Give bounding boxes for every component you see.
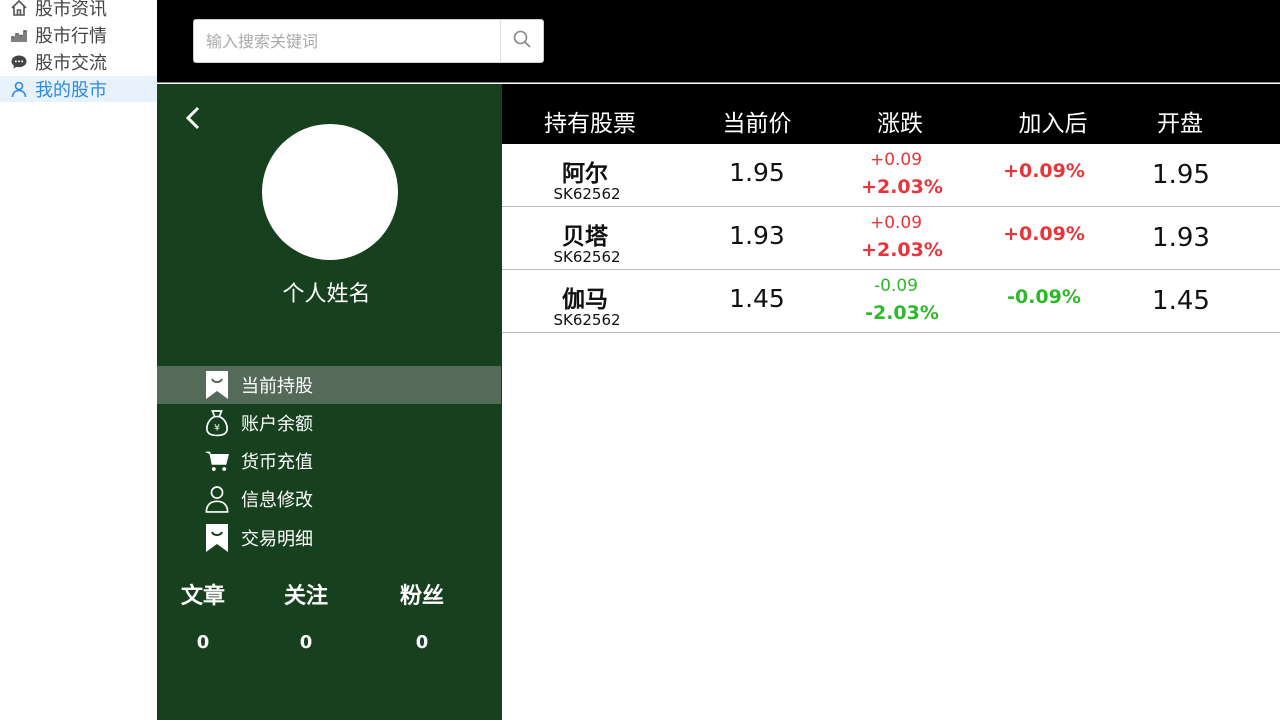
current-price: 1.45	[729, 284, 785, 313]
stock-name: 阿尔	[562, 161, 608, 187]
open-price: 1.93	[1152, 223, 1210, 253]
column-header: 涨跌	[877, 111, 923, 137]
stock-code: SK62562	[553, 311, 621, 329]
column-header: 当前价	[722, 111, 792, 137]
search-input[interactable]	[194, 20, 500, 62]
stat-label: 关注	[283, 584, 328, 609]
column-header: 持有股票	[544, 111, 636, 137]
money-bag-icon: ¥	[205, 408, 229, 438]
table-row[interactable]: 贝塔 SK62562 1.93 +0.09 +2.03% +0.09% 1.93	[502, 207, 1280, 270]
price-change-percent: +2.03%	[861, 176, 943, 198]
stat-following[interactable]: 关注 0	[266, 578, 346, 653]
stat-value: 0	[299, 632, 313, 653]
current-price: 1.93	[729, 221, 785, 250]
menu-label: 信息修改	[241, 490, 313, 511]
menu-label: 货币充值	[241, 452, 313, 473]
profile-panel: 个人姓名 当前持股 ¥ 账户余额 货币充值 信息修改 交易明细 文章 0 关注 …	[157, 84, 502, 720]
stat-followers[interactable]: 粉丝 0	[382, 578, 462, 653]
table-row[interactable]: 阿尔 SK62562 1.95 +0.09 +2.03% +0.09% 1.95	[502, 144, 1280, 207]
column-header: 开盘	[1157, 111, 1203, 137]
current-price: 1.95	[729, 158, 785, 187]
avatar[interactable]	[262, 124, 398, 260]
stat-label: 文章	[180, 584, 225, 609]
home-icon	[10, 0, 28, 17]
svg-text:¥: ¥	[214, 422, 220, 433]
menu-item-recharge[interactable]: 货币充值	[157, 442, 501, 480]
back-button[interactable]	[183, 104, 205, 134]
price-change-percent: +2.03%	[861, 239, 943, 261]
price-change: +0.09	[869, 150, 923, 170]
nav-label: 股市行情	[35, 26, 107, 47]
stock-code: SK62562	[553, 185, 621, 203]
column-header: 加入后	[1018, 111, 1088, 137]
nav-item-my-stocks[interactable]: 我的股市	[0, 76, 157, 102]
bookmark-icon	[205, 523, 229, 553]
user-icon	[10, 80, 28, 98]
price-change: +0.09	[869, 213, 923, 233]
left-nav: 股市资讯 股市行情 股市交流 我的股市	[0, 0, 157, 720]
stat-value: 0	[196, 632, 210, 653]
cart-icon	[205, 446, 229, 476]
stock-code: SK62562	[553, 248, 621, 266]
open-price: 1.95	[1152, 160, 1210, 190]
search-box	[193, 19, 544, 63]
holdings-table: 持有股票 当前价 涨跌 加入后 开盘 阿尔 SK62562 1.95 +0.09…	[502, 84, 1280, 333]
stat-label: 粉丝	[399, 584, 444, 609]
table-row[interactable]: 伽马 SK62562 1.45 -0.09 -2.03% -0.09% 1.45	[502, 270, 1280, 333]
profile-name: 个人姓名	[282, 282, 371, 307]
change-since-added: +0.09%	[1003, 160, 1085, 182]
stock-name: 贝塔	[562, 224, 608, 250]
nav-label: 股市交流	[35, 53, 107, 74]
stat-articles[interactable]: 文章 0	[163, 578, 243, 653]
menu-label: 当前持股	[241, 376, 313, 397]
menu-item-edit-info[interactable]: 信息修改	[157, 480, 501, 518]
chevron-left-icon	[183, 106, 205, 138]
price-change: -0.09	[874, 276, 918, 296]
nav-item-market[interactable]: 股市行情	[0, 22, 157, 48]
nav-item-news[interactable]: 股市资讯	[0, 0, 157, 21]
chart-icon	[10, 26, 28, 44]
menu-item-balance[interactable]: ¥ 账户余额	[157, 404, 501, 442]
change-since-added: +0.09%	[1003, 223, 1085, 245]
price-change-percent: -2.03%	[865, 302, 939, 324]
person-icon	[205, 484, 229, 514]
table-header: 持有股票 当前价 涨跌 加入后 开盘	[502, 84, 1280, 144]
change-since-added: -0.09%	[1007, 286, 1081, 308]
search-icon	[512, 29, 532, 53]
chat-icon	[10, 53, 28, 71]
menu-label: 交易明细	[241, 529, 313, 550]
nav-item-forum[interactable]: 股市交流	[0, 49, 157, 75]
nav-label: 股市资讯	[35, 0, 107, 20]
top-bar	[157, 0, 1280, 83]
open-price: 1.45	[1152, 286, 1210, 316]
search-button[interactable]	[500, 20, 543, 62]
menu-item-holdings[interactable]: 当前持股	[157, 366, 501, 404]
menu-label: 账户余额	[241, 414, 313, 435]
bookmark-icon	[205, 370, 229, 400]
stat-value: 0	[415, 632, 429, 653]
nav-label: 我的股市	[35, 80, 107, 101]
menu-item-transactions[interactable]: 交易明细	[157, 519, 501, 557]
stock-name: 伽马	[562, 287, 608, 313]
